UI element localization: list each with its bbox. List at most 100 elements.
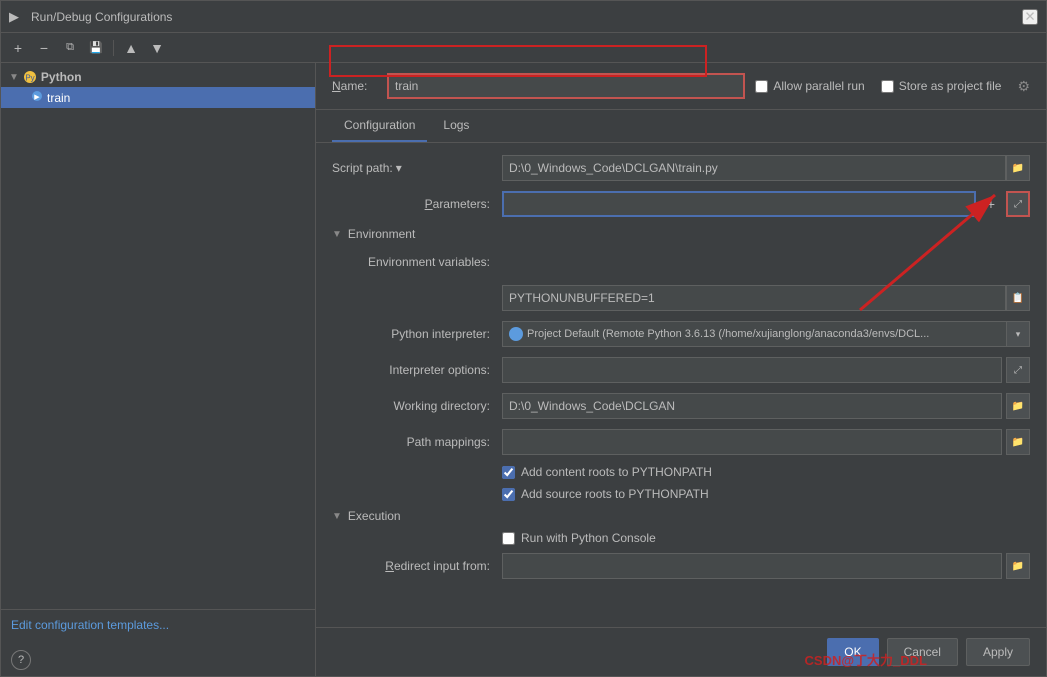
dialog-footer: OK Cancel Apply <box>316 627 1046 676</box>
toolbar-separator <box>113 40 114 56</box>
interpreter-dropdown-button[interactable]: ▾ <box>1006 321 1030 347</box>
script-path-row: Script path: ▾ 📁 <box>332 155 1030 181</box>
redirect-input-field: 📁 <box>502 553 1030 579</box>
env-vars-browse-button[interactable]: 📋 <box>1006 285 1030 311</box>
add-content-roots-checkbox[interactable] <box>502 466 515 479</box>
add-source-roots-row: Add source roots to PYTHONPATH <box>332 487 1030 501</box>
edit-templates-link[interactable]: Edit configuration templates... <box>11 618 169 632</box>
working-dir-folder-icon: 📁 <box>1012 401 1024 412</box>
redirect-input-browse-button[interactable]: 📁 <box>1006 553 1030 579</box>
path-mappings-input[interactable] <box>502 429 1002 455</box>
add-source-roots-label[interactable]: Add source roots to PYTHONPATH <box>521 487 709 501</box>
close-button[interactable]: ✕ <box>1022 9 1038 25</box>
path-mappings-row: Path mappings: 📁 <box>332 429 1030 455</box>
svg-text:Py: Py <box>25 74 34 83</box>
working-dir-browse-button[interactable]: 📁 <box>1006 393 1030 419</box>
minus-icon: − <box>40 40 48 56</box>
dialog-title: Run/Debug Configurations <box>31 10 1022 24</box>
script-path-input[interactable] <box>502 155 1006 181</box>
store-project-checkbox-row[interactable]: Store as project file <box>881 79 1002 93</box>
remove-config-button[interactable]: − <box>33 37 55 59</box>
python-interpreter-field: Project Default (Remote Python 3.6.13 (/… <box>502 321 1030 347</box>
expand-icon2: ⤢ <box>1014 365 1022 376</box>
parameters-plus-button[interactable]: + <box>980 191 1002 217</box>
path-mappings-icon: 📁 <box>1012 437 1024 448</box>
sidebar: ▼ Py Python ▶ <box>1 63 316 676</box>
python-interpreter-row: Python interpreter: Project Default (Rem… <box>332 321 1030 347</box>
move-up-button[interactable]: ▲ <box>120 37 142 59</box>
parameters-input[interactable] <box>502 191 976 217</box>
parameters-expand-button[interactable]: ⤢ <box>1006 191 1030 217</box>
env-vars-input[interactable] <box>502 285 1006 311</box>
environment-section-title: Environment <box>348 227 415 241</box>
name-options: Allow parallel run Store as project file… <box>755 78 1030 95</box>
apply-button[interactable]: Apply <box>966 638 1030 666</box>
working-dir-row: Working directory: 📁 <box>332 393 1030 419</box>
working-dir-label: Working directory: <box>332 399 502 413</box>
tab-logs[interactable]: Logs <box>431 110 481 142</box>
script-path-dropdown-trigger[interactable]: Script path: ▾ <box>332 161 490 175</box>
add-content-roots-label[interactable]: Add content roots to PYTHONPATH <box>521 465 712 479</box>
execution-arrow[interactable]: ▼ <box>332 511 342 522</box>
parameters-row: Parameters: + ⤢ <box>332 191 1030 217</box>
interpreter-globe-icon <box>509 327 523 341</box>
working-dir-input[interactable] <box>502 393 1002 419</box>
move-down-button[interactable]: ▼ <box>146 37 168 59</box>
redirect-input-input[interactable] <box>502 553 1002 579</box>
python-console-checkbox[interactable] <box>502 532 515 545</box>
redirect-input-label: Redirect input from: <box>332 559 502 573</box>
script-path-dropdown-arrow: ▾ <box>396 161 402 175</box>
environment-arrow[interactable]: ▼ <box>332 229 342 240</box>
python-console-row: Run with Python Console <box>332 531 1030 545</box>
config-panel: Script path: ▾ 📁 <box>316 143 1046 627</box>
project-file-gear-button[interactable]: ⚙ <box>1017 78 1030 95</box>
ok-button[interactable]: OK <box>827 638 878 666</box>
plus-icon: + <box>987 196 995 212</box>
move-up-icon: ▲ <box>124 40 138 56</box>
app-icon: ▶ <box>9 9 25 25</box>
train-config-item[interactable]: ▶ train <box>1 87 315 108</box>
allow-parallel-label: Allow parallel run <box>773 79 864 93</box>
help-button[interactable]: ? <box>11 650 31 670</box>
add-source-roots-checkbox[interactable] <box>502 488 515 501</box>
interpreter-value: Project Default (Remote Python 3.6.13 (/… <box>527 328 929 340</box>
expand-icon: ⤢ <box>1014 199 1022 210</box>
interpreter-options-expand-button[interactable]: ⤢ <box>1006 357 1030 383</box>
env-browse-icon: 📋 <box>1012 293 1024 304</box>
execution-section-header: ▼ Execution <box>332 509 1030 523</box>
python-console-label[interactable]: Run with Python Console <box>521 531 656 545</box>
config-tree: ▼ Py Python ▶ <box>1 63 315 340</box>
parameters-label: Parameters: <box>332 197 502 211</box>
python-group[interactable]: ▼ Py Python <box>1 67 315 87</box>
toolbar: + − ⧉ 💾 ▲ ▼ <box>1 33 1046 63</box>
script-path-label: Script path: ▾ <box>332 161 502 175</box>
train-config-icon: ▶ <box>31 90 43 105</box>
script-path-browse-button[interactable]: 📁 <box>1006 155 1030 181</box>
store-project-checkbox[interactable] <box>881 80 894 93</box>
svg-text:▶: ▶ <box>34 94 40 101</box>
store-project-label: Store as project file <box>899 79 1002 93</box>
copy-config-button[interactable]: ⧉ <box>59 37 81 59</box>
python-interpreter-label: Python interpreter: <box>332 327 502 341</box>
interpreter-options-input[interactable] <box>502 357 1002 383</box>
title-bar: ▶ Run/Debug Configurations ✕ <box>1 1 1046 33</box>
interpreter-options-row: Interpreter options: ⤢ <box>332 357 1030 383</box>
path-mappings-field: 📁 <box>502 429 1030 455</box>
cancel-button[interactable]: Cancel <box>887 638 958 666</box>
path-mappings-browse-button[interactable]: 📁 <box>1006 429 1030 455</box>
tab-configuration[interactable]: Configuration <box>332 110 427 142</box>
copy-icon: ⧉ <box>66 41 74 54</box>
name-input[interactable] <box>387 73 745 99</box>
allow-parallel-checkbox-row[interactable]: Allow parallel run <box>755 79 864 93</box>
env-vars-value-row: 📋 <box>332 285 1030 311</box>
allow-parallel-checkbox[interactable] <box>755 80 768 93</box>
save-config-button[interactable]: 💾 <box>85 37 107 59</box>
python-icon: Py <box>23 70 37 84</box>
name-label: Name: <box>332 79 377 93</box>
execution-section-title: Execution <box>348 509 401 523</box>
add-config-button[interactable]: + <box>7 37 29 59</box>
train-config-label: train <box>47 91 70 105</box>
add-content-roots-row: Add content roots to PYTHONPATH <box>332 465 1030 479</box>
python-interpreter-text: Project Default (Remote Python 3.6.13 (/… <box>502 321 1006 347</box>
python-group-arrow: ▼ <box>9 72 19 83</box>
